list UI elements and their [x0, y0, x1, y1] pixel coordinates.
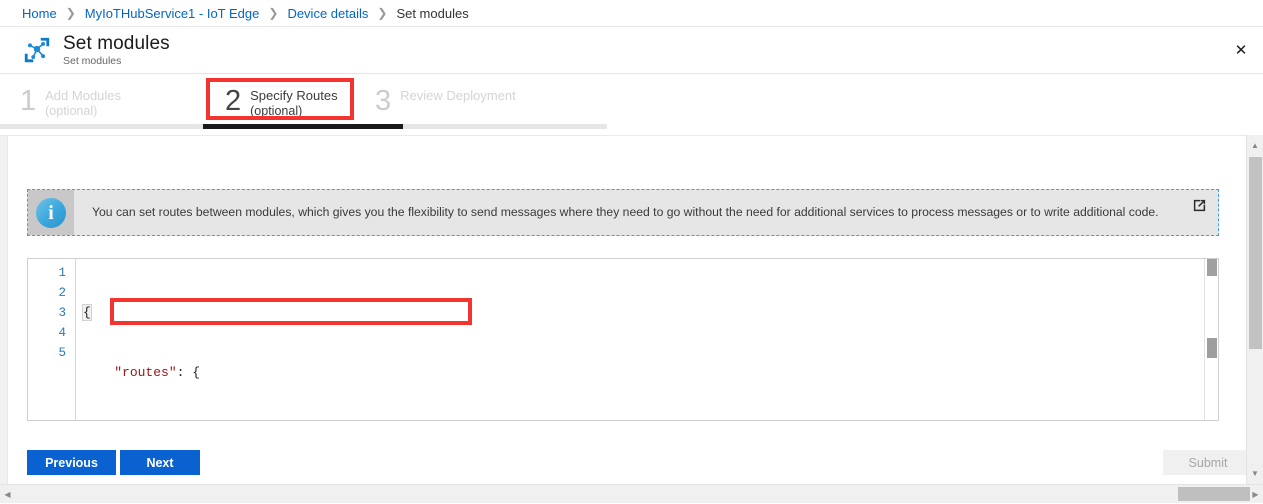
info-banner: i You can set routes between modules, wh…: [27, 189, 1219, 236]
page-subtitle: Set modules: [63, 54, 122, 67]
footer-actions: Previous Next Submit: [0, 442, 1263, 484]
page-horizontal-scrollbar-thumb[interactable]: [1178, 487, 1250, 501]
wizard-steps: 1 Add Modules (optional) 2 Specify Route…: [0, 74, 1263, 129]
scroll-left-arrow-icon[interactable]: ◀: [1, 485, 14, 504]
breadcrumb-item-home[interactable]: Home: [22, 6, 57, 21]
breadcrumb-item-iothub[interactable]: MyIoTHubService1 - IoT Edge: [85, 6, 260, 21]
breadcrumb: Home ❯ MyIoTHubService1 - IoT Edge ❯ Dev…: [0, 0, 1263, 27]
wizard-underline-step2: [203, 124, 403, 129]
scroll-up-arrow-icon[interactable]: ▲: [1247, 137, 1263, 154]
breadcrumb-item-device-details[interactable]: Device details: [287, 6, 368, 21]
editor-token: {: [82, 304, 92, 321]
page-vertical-scrollbar[interactable]: ▲ ▼: [1246, 135, 1263, 484]
left-edge-strip: [0, 136, 8, 484]
breadcrumb-item-set-modules: Set modules: [396, 5, 469, 21]
editor-line-number: 2: [58, 286, 66, 300]
scroll-right-arrow-icon[interactable]: ▶: [1249, 485, 1262, 504]
wizard-step-label: Specify Routes: [250, 88, 338, 103]
wizard-step-label: Review Deployment: [400, 88, 516, 103]
scroll-down-arrow-icon[interactable]: ▼: [1247, 465, 1263, 482]
info-icon: i: [36, 197, 66, 228]
content-area: i You can set routes between modules, wh…: [0, 135, 1263, 484]
editor-scrollbar[interactable]: [1204, 259, 1218, 420]
wizard-step-labels: Specify Routes (optional): [250, 82, 337, 120]
editor-scroll-marker: [1207, 338, 1217, 358]
editor-code[interactable]: { "routes": { "route": "FROM /messages/*…: [77, 259, 1218, 420]
editor-line-number: 1: [58, 266, 66, 280]
info-banner-text: You can set routes between modules, whic…: [92, 204, 1159, 219]
editor-line[interactable]: {: [77, 303, 1218, 323]
external-link-icon[interactable]: [1192, 198, 1207, 213]
blade-title-group: Set modules Set modules: [63, 34, 170, 67]
wizard-step-number: 1: [20, 85, 37, 117]
breadcrumb-separator: ❯: [268, 6, 279, 20]
page-vertical-scrollbar-thumb[interactable]: [1249, 157, 1262, 349]
breadcrumb-separator: ❯: [65, 6, 76, 20]
wizard-step-number: 2: [225, 85, 242, 117]
editor-token: :: [176, 365, 193, 380]
editor-line-number: 5: [58, 346, 66, 360]
editor-token: "routes": [114, 365, 177, 380]
page-title: Set modules: [63, 32, 170, 54]
editor-line[interactable]: "routes": {: [77, 363, 1218, 383]
previous-button[interactable]: Previous: [27, 450, 116, 475]
breadcrumb-separator: ❯: [377, 6, 388, 20]
editor-scrollbar-thumb[interactable]: [1207, 259, 1217, 276]
routes-json-editor[interactable]: 1 2 3 4 5 { "routes": { "route": "FROM /…: [27, 258, 1219, 421]
wizard-step-specify-routes[interactable]: 2 Specify Routes (optional): [205, 80, 355, 124]
close-icon[interactable]: ✕: [1228, 37, 1254, 63]
page-horizontal-scrollbar[interactable]: ◀ ▶: [0, 484, 1263, 503]
blade-header: Set modules Set modules ✕: [0, 27, 1263, 74]
next-button[interactable]: Next: [120, 450, 200, 475]
editor-line-numbers: 1 2 3 4 5: [28, 259, 76, 420]
wizard-step-sublabel: (optional): [250, 104, 303, 119]
wizard-step-labels: Review Deployment: [400, 82, 516, 104]
editor-line-number: 3: [58, 306, 66, 320]
wizard-step-sublabel: (optional): [45, 104, 98, 119]
wizard-underline-step1: [0, 124, 203, 129]
info-icon-block: i: [28, 190, 74, 235]
editor-indent: [83, 365, 114, 380]
editor-token: {: [192, 365, 201, 380]
wizard-step-review-deployment[interactable]: 3 Review Deployment: [355, 80, 575, 124]
wizard-underline-step3: [403, 124, 607, 129]
iot-edge-icon: [22, 35, 52, 65]
submit-button[interactable]: Submit: [1163, 450, 1253, 475]
wizard-step-label: Add Modules: [45, 88, 122, 103]
wizard-step-number: 3: [375, 85, 392, 117]
wizard-step-labels: Add Modules (optional): [45, 82, 121, 120]
editor-line-number: 4: [58, 326, 66, 340]
wizard-step-add-modules[interactable]: 1 Add Modules (optional): [0, 80, 205, 124]
